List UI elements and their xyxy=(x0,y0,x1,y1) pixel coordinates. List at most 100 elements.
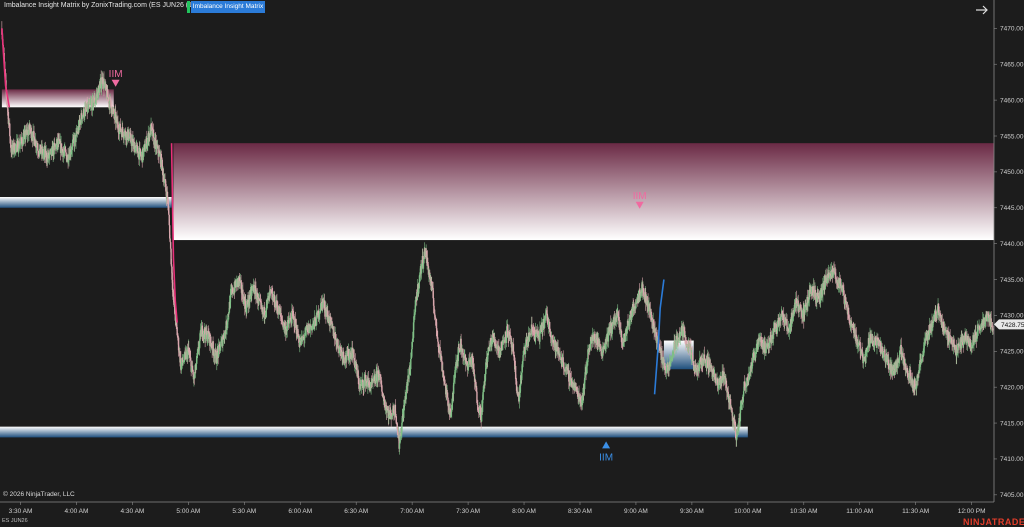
time-tick-label: 8:00 AM xyxy=(512,508,536,515)
candle xyxy=(109,98,112,101)
time-tick-label: 11:30 AM xyxy=(902,508,929,515)
candle xyxy=(956,354,958,357)
candle xyxy=(337,339,339,348)
candle xyxy=(502,340,505,344)
price-tick-label: 7415.00 xyxy=(1000,420,1024,427)
time-tick-label: 9:00 AM xyxy=(624,508,648,515)
candle xyxy=(494,339,496,345)
last-price-label: 7428.75 xyxy=(1001,322,1024,329)
price-tick-label: 7435.00 xyxy=(1000,277,1024,284)
iim-label-1: IIM xyxy=(633,191,647,202)
candle xyxy=(110,100,112,107)
candle xyxy=(524,344,527,354)
candle xyxy=(458,348,460,350)
price-tick-label: 7420.00 xyxy=(1000,384,1024,391)
candle xyxy=(19,143,21,146)
candle xyxy=(280,313,282,317)
time-tick-label: 11:00 AM xyxy=(846,508,873,515)
candle xyxy=(442,370,444,373)
time-tick-label: 5:00 AM xyxy=(176,508,200,515)
brand-logo: NINJATRADER xyxy=(963,517,1024,527)
bearish-zone-1 xyxy=(173,143,995,241)
candle xyxy=(859,342,861,351)
candle xyxy=(413,316,415,323)
price-tick-label: 7405.00 xyxy=(1000,492,1024,499)
candle xyxy=(228,312,230,315)
candle xyxy=(679,333,681,338)
candle xyxy=(379,374,381,375)
candle xyxy=(508,331,511,335)
candle xyxy=(395,416,397,424)
time-tick-label: 7:30 AM xyxy=(456,508,480,515)
candle xyxy=(665,370,667,374)
price-tick-label: 7425.00 xyxy=(1000,349,1024,356)
candle xyxy=(585,366,588,375)
candle xyxy=(270,289,273,293)
candle xyxy=(87,104,90,109)
iim-arrow-2 xyxy=(602,441,611,449)
candle xyxy=(418,274,421,283)
time-tick-label: 10:30 AM xyxy=(790,508,817,515)
candle xyxy=(992,328,994,331)
time-tick-label: 5:30 AM xyxy=(232,508,256,515)
candle xyxy=(642,288,645,291)
candle xyxy=(730,407,733,409)
time-tick-label: 7:00 AM xyxy=(400,508,424,515)
time-tick-label: 3:30 AM xyxy=(9,508,33,515)
candle xyxy=(343,357,345,362)
candle xyxy=(218,343,221,347)
time-tick-label: 6:00 AM xyxy=(288,508,312,515)
price-tick-label: 7445.00 xyxy=(1000,205,1024,212)
iim-label-0: IIM xyxy=(109,69,123,80)
candle xyxy=(522,355,524,362)
candle xyxy=(169,242,172,249)
candle xyxy=(398,443,401,449)
price-tick-label: 7455.00 xyxy=(1000,133,1024,140)
candle xyxy=(436,328,438,337)
candle xyxy=(416,291,418,301)
price-tick-label: 7465.00 xyxy=(1000,62,1024,69)
candle xyxy=(426,257,429,265)
price-tick-label: 7410.00 xyxy=(1000,456,1024,463)
price-tick-label: 7440.00 xyxy=(1000,241,1024,248)
candle xyxy=(169,238,171,243)
copyright: © 2026 NinjaTrader, LLC xyxy=(3,491,75,498)
time-tick-label: 6:30 AM xyxy=(344,508,368,515)
candle xyxy=(219,346,222,351)
instrument-label: ES JUN26 xyxy=(2,518,28,524)
time-tick-label: 4:00 AM xyxy=(65,508,89,515)
candle xyxy=(936,312,938,319)
candle xyxy=(600,348,602,352)
candle xyxy=(119,123,121,132)
iim-arrow-0 xyxy=(111,79,120,87)
candle xyxy=(9,123,11,137)
time-tick-label: 10:00 AM xyxy=(734,508,761,515)
arrow-right-icon[interactable] xyxy=(974,3,990,17)
candle xyxy=(899,350,901,358)
price-tick-label: 7460.00 xyxy=(1000,97,1024,104)
candle xyxy=(975,332,977,336)
candle xyxy=(446,392,449,398)
time-tick-label: 9:30 AM xyxy=(680,508,704,515)
candle xyxy=(548,321,551,333)
candle xyxy=(443,376,445,381)
price-tick-label: 7430.00 xyxy=(1000,313,1024,320)
candle xyxy=(742,391,745,397)
bullish-zone-2 xyxy=(0,197,172,208)
price-tick-label: 7470.00 xyxy=(1000,26,1024,33)
candle xyxy=(84,108,86,117)
candle xyxy=(100,84,103,89)
time-tick-label: 12:00 PM xyxy=(958,508,986,515)
candle xyxy=(882,351,885,358)
candle xyxy=(144,148,147,152)
time-tick-label: 4:30 AM xyxy=(120,508,144,515)
price-chart[interactable]: IIM IIM IIM 7405.00 7410.00 7415.00 7420.00 742… xyxy=(0,0,1024,527)
bullish-zone-3 xyxy=(0,426,748,438)
price-tick-label: 7450.00 xyxy=(1000,169,1024,176)
time-tick-label: 8:30 AM xyxy=(568,508,592,515)
candle xyxy=(727,391,729,398)
candle xyxy=(515,381,518,391)
candle xyxy=(434,317,437,319)
iim-label-2: IIM xyxy=(599,452,613,463)
candle xyxy=(599,343,601,347)
